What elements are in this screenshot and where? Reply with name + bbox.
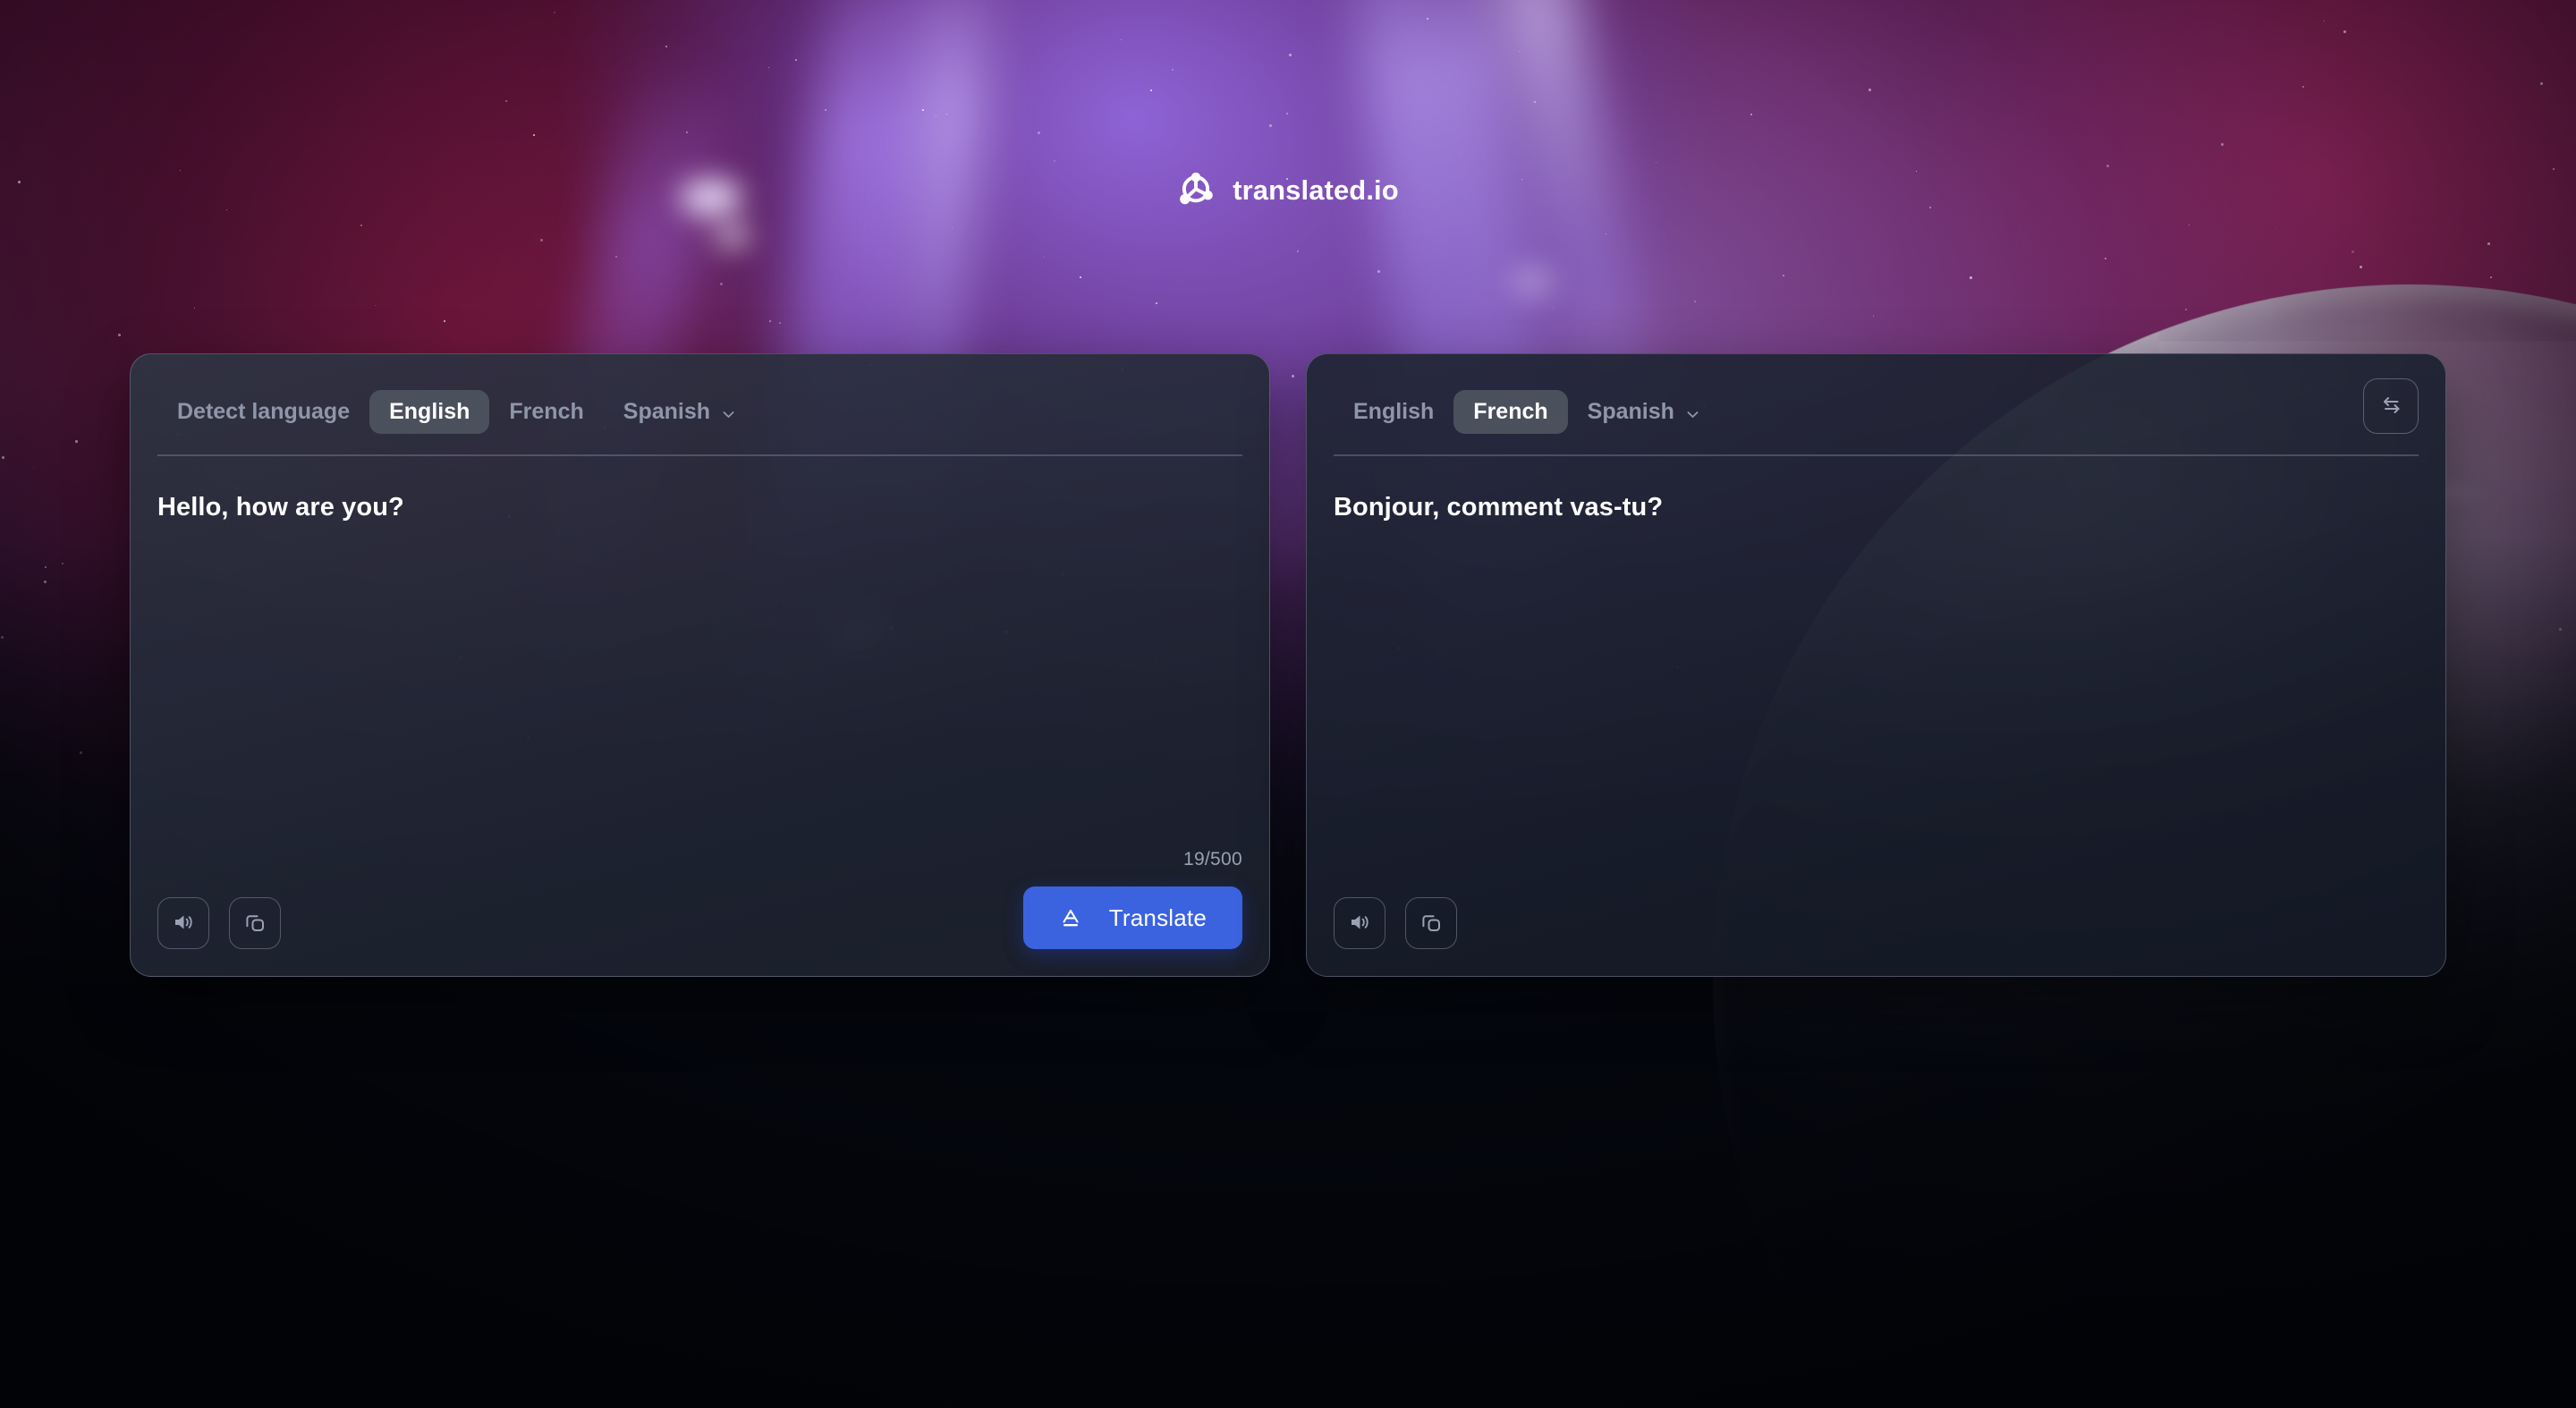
source-copy-button[interactable] bbox=[229, 897, 281, 949]
brand-header: translated.io bbox=[0, 172, 2576, 209]
source-panel-footer: 19/500 Translate bbox=[131, 849, 1269, 976]
target-text: Bonjour, comment vas-tu? bbox=[1334, 492, 1664, 522]
translate-a-icon bbox=[1059, 905, 1082, 931]
translate-button[interactable]: Translate bbox=[1022, 886, 1242, 949]
source-text: Hello, how are you? bbox=[157, 492, 404, 522]
tab-label: English bbox=[1353, 398, 1435, 424]
speaker-icon bbox=[1347, 910, 1372, 937]
target-listen-button[interactable] bbox=[1334, 897, 1385, 949]
source-tab-spanish-dropdown[interactable]: Spanish bbox=[604, 390, 756, 434]
target-copy-button[interactable] bbox=[1405, 897, 1457, 949]
translate-button-label: Translate bbox=[1108, 903, 1207, 931]
target-tab-spanish-dropdown[interactable]: Spanish bbox=[1568, 390, 1720, 434]
source-panel: Detect language English French Spanish H… bbox=[130, 353, 1270, 977]
source-tab-detect-language[interactable]: Detect language bbox=[157, 390, 369, 434]
copy-icon bbox=[242, 910, 267, 937]
target-language-tabs: English French Spanish bbox=[1307, 354, 2445, 442]
molecule-logo-icon bbox=[1177, 172, 1215, 209]
app-root: translated.io Detect language English Fr… bbox=[0, 0, 2576, 1408]
source-actions bbox=[157, 897, 281, 949]
tab-label: Spanish bbox=[1587, 398, 1674, 424]
target-panel: English French Spanish Bonjour, comment … bbox=[1306, 353, 2446, 977]
source-tab-french[interactable]: French bbox=[489, 390, 603, 434]
target-tab-english[interactable]: English bbox=[1334, 390, 1453, 434]
brand-name: translated.io bbox=[1233, 174, 1399, 206]
chevron-down-icon bbox=[721, 404, 736, 420]
source-text-area[interactable]: Hello, how are you? bbox=[131, 456, 1269, 850]
speaker-icon bbox=[171, 910, 196, 937]
tab-label: French bbox=[1473, 398, 1548, 424]
swap-languages-icon bbox=[2377, 392, 2404, 421]
copy-icon bbox=[1419, 910, 1444, 937]
target-text-area: Bonjour, comment vas-tu? bbox=[1307, 456, 2445, 898]
chevron-down-icon bbox=[1685, 404, 1700, 420]
tab-label: Detect language bbox=[177, 398, 351, 424]
tab-label: French bbox=[509, 398, 584, 424]
translator-panels: Detect language English French Spanish H… bbox=[130, 353, 2446, 977]
target-tab-french[interactable]: French bbox=[1453, 389, 1568, 434]
source-right-stack: 19/500 Translate bbox=[1022, 849, 1242, 949]
character-counter: 19/500 bbox=[1182, 849, 1242, 869]
source-tab-english[interactable]: English bbox=[369, 389, 490, 434]
target-actions bbox=[1334, 897, 1457, 949]
source-language-tabs: Detect language English French Spanish bbox=[131, 354, 1269, 442]
tab-label: English bbox=[389, 398, 470, 424]
target-panel-footer bbox=[1307, 897, 2445, 976]
swap-languages-button[interactable] bbox=[2363, 378, 2419, 434]
source-listen-button[interactable] bbox=[157, 897, 209, 949]
tab-label: Spanish bbox=[623, 398, 711, 424]
